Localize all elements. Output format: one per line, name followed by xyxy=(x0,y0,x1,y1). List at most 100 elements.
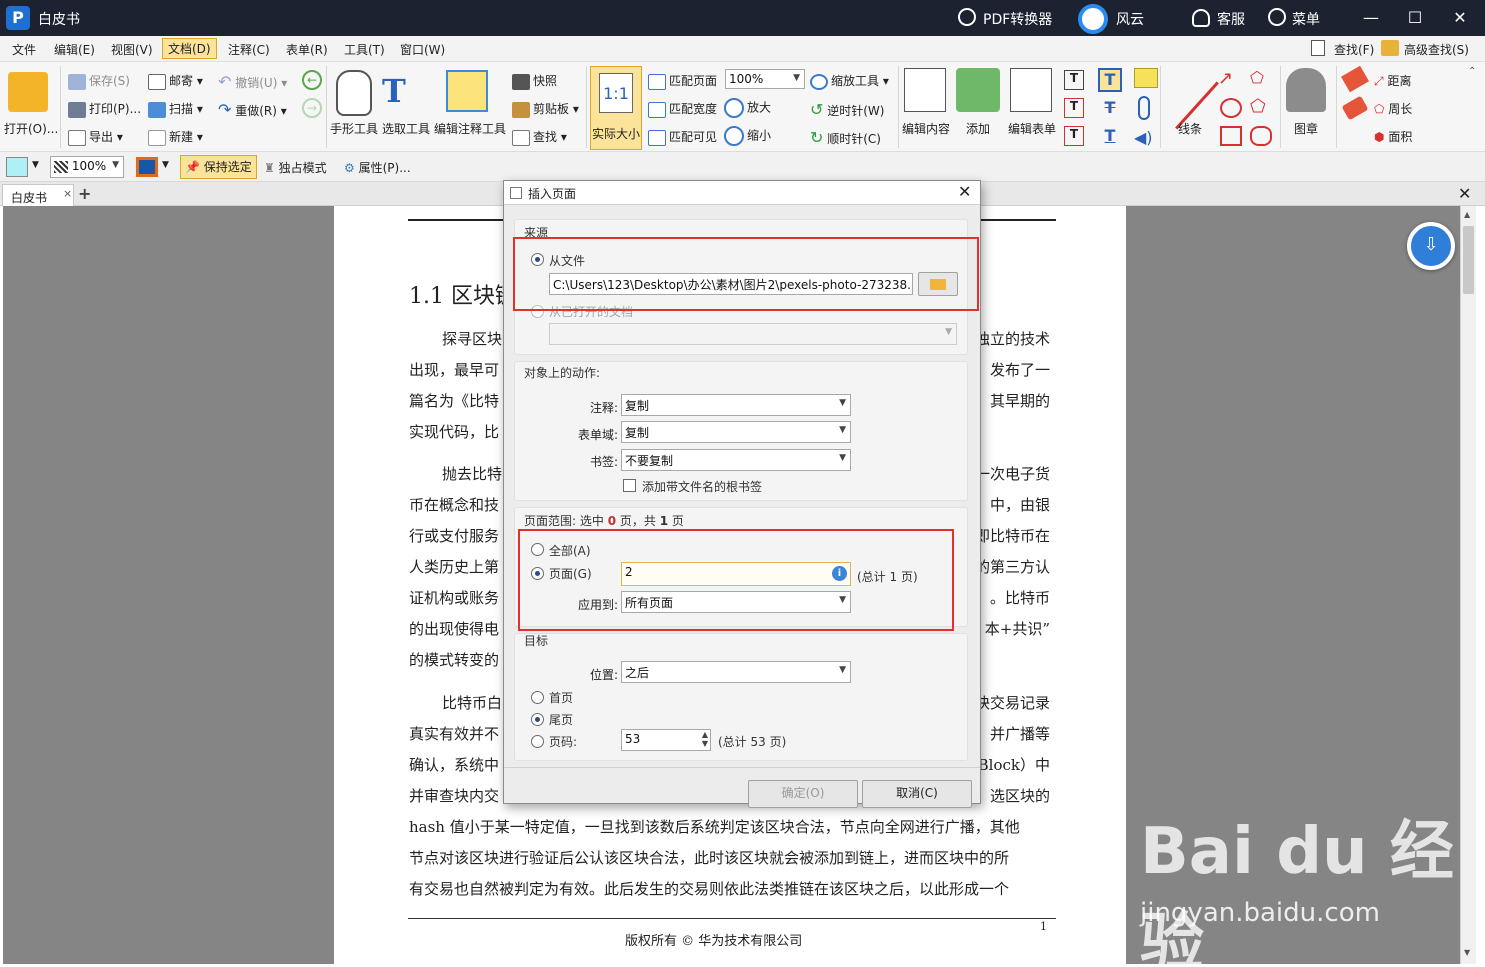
edit-form-icon[interactable] xyxy=(1010,68,1052,112)
menu-comment[interactable]: 注释(C) xyxy=(228,41,270,58)
menu-file[interactable]: 文件 xyxy=(12,41,36,58)
scroll-up-icon[interactable]: ▲ xyxy=(1464,210,1470,219)
edit-annot-icon[interactable] xyxy=(446,70,488,112)
ok-button[interactable]: 确定(O) xyxy=(748,780,858,808)
new-tab-icon[interactable]: + xyxy=(78,184,91,203)
exclusive-mode-button[interactable]: ♜ 独占模式 xyxy=(264,159,327,176)
pdf-converter-button[interactable]: PDF转换器 xyxy=(983,9,1052,29)
service-button[interactable]: 客服 xyxy=(1217,9,1245,29)
find-ribbon-button[interactable]: 查找 ▾ xyxy=(512,128,567,146)
arrow-icon[interactable]: ↗ xyxy=(1218,68,1242,90)
line-button[interactable]: 线条 xyxy=(1178,120,1202,137)
fengyun-button[interactable]: 风云 xyxy=(1116,9,1144,29)
fit-visible-button[interactable]: 匹配可见 xyxy=(648,128,717,146)
minimize-button[interactable]: — xyxy=(1356,6,1386,30)
export-button[interactable]: 导出 ▾ xyxy=(68,128,123,146)
advanced-find-button[interactable]: 高级查找(S) xyxy=(1404,41,1469,58)
text-field-icon[interactable]: T xyxy=(1064,98,1084,118)
eraser-icon[interactable] xyxy=(1341,95,1369,121)
zoom-select[interactable]: 100% ▼ xyxy=(725,69,805,89)
keep-selected-button[interactable]: 📌 保持选定 xyxy=(180,155,257,179)
mail-button[interactable]: 邮寄 ▾ xyxy=(148,72,203,90)
print-button[interactable]: 打印(P)... xyxy=(68,100,141,118)
sound-icon[interactable]: ◀) xyxy=(1134,128,1156,147)
position-select[interactable]: 之后 ▼ xyxy=(621,661,851,683)
floating-convert-icon[interactable]: ⇩ xyxy=(1407,222,1455,270)
root-bookmark-checkbox[interactable] xyxy=(623,479,636,492)
undo-button[interactable]: ↶ 撤销(U) ▾ xyxy=(218,72,287,91)
fit-page-button[interactable]: 匹配页面 xyxy=(648,72,717,90)
edit-annot-tool-button[interactable]: 编辑注释工具 xyxy=(434,120,506,137)
cancel-button[interactable]: 取消(C) xyxy=(862,780,972,808)
typewriter-icon[interactable]: T xyxy=(1098,68,1122,92)
ellipse-icon[interactable] xyxy=(1220,98,1242,118)
close-tab-icon[interactable]: × xyxy=(63,187,72,200)
chevron-down-icon[interactable]: ▼ xyxy=(162,160,169,170)
advanced-find-icon[interactable] xyxy=(1381,40,1399,56)
attachment-icon[interactable] xyxy=(1138,96,1150,120)
back-icon[interactable]: ← xyxy=(302,70,322,90)
page-number-stepper[interactable]: 53 ▲ ▼ xyxy=(621,729,711,751)
menu-document[interactable]: 文档(D) xyxy=(162,38,217,59)
open-folder-icon[interactable] xyxy=(8,72,48,112)
find-doc-icon[interactable] xyxy=(1311,40,1325,56)
clipboard-button[interactable]: 剪贴板 ▾ xyxy=(512,100,579,118)
menu-button[interactable]: 菜单 xyxy=(1292,9,1320,29)
new-button[interactable]: 新建 ▾ xyxy=(148,128,203,146)
perimeter-button[interactable]: ⬠ 周长 xyxy=(1374,100,1412,117)
last-page-radio[interactable] xyxy=(531,713,544,726)
rotate-cw-button[interactable]: ↻ 顺时针(C) xyxy=(810,128,881,147)
menu-icon[interactable] xyxy=(1268,8,1286,26)
hand-tool-button[interactable]: 手形工具 xyxy=(330,120,378,137)
ribbon-collapse-icon[interactable]: ⌃ xyxy=(1468,66,1476,77)
find-button[interactable]: 查找(F) xyxy=(1334,41,1374,58)
pdf-converter-icon[interactable] xyxy=(958,8,976,26)
edit-content-button[interactable]: 编辑内容 xyxy=(902,120,950,137)
forward-icon[interactable]: → xyxy=(302,98,322,118)
line-color-swatch[interactable] xyxy=(136,157,158,177)
first-page-radio[interactable] xyxy=(531,691,544,704)
hand-icon[interactable] xyxy=(336,70,372,116)
polygon-icon[interactable]: ⬠ xyxy=(1250,96,1272,118)
form-field-select[interactable]: 复制 ▼ xyxy=(621,421,851,443)
menu-window[interactable]: 窗口(W) xyxy=(400,41,445,58)
note-icon[interactable] xyxy=(1134,68,1158,88)
pencil-icon[interactable] xyxy=(1340,65,1370,93)
polyline-icon[interactable]: ⬠ xyxy=(1250,68,1272,88)
annot-select[interactable]: 复制 ▼ xyxy=(621,394,851,416)
strikeout-icon[interactable]: T xyxy=(1100,98,1120,118)
bookmark-select[interactable]: 不要复制 ▼ xyxy=(621,449,851,471)
opacity-select[interactable]: 100% ▼ xyxy=(50,156,124,178)
snapshot-button[interactable]: 快照 xyxy=(512,72,557,90)
open-button[interactable]: 打开(O)... xyxy=(4,120,58,137)
properties-button[interactable]: ⚙ 属性(P)... xyxy=(344,159,411,176)
fit-width-button[interactable]: 匹配宽度 xyxy=(648,100,717,118)
select-text-icon[interactable]: T xyxy=(382,72,426,114)
close-window-button[interactable]: ✕ xyxy=(1445,6,1475,30)
redo-button[interactable]: ↷ 重做(R) ▾ xyxy=(218,100,287,119)
cloud-icon[interactable] xyxy=(1250,126,1272,146)
area-button[interactable]: ⬢ 面积 xyxy=(1374,128,1412,145)
underline-icon[interactable]: T xyxy=(1100,126,1120,146)
menu-edit[interactable]: 编辑(E) xyxy=(54,41,95,58)
chevron-down-icon[interactable]: ▼ xyxy=(32,160,39,170)
save-button[interactable]: 保存(S) xyxy=(68,72,130,90)
page-number-radio[interactable] xyxy=(531,735,544,748)
edit-form-button[interactable]: 编辑表单 xyxy=(1008,120,1056,137)
document-tab[interactable]: 白皮书 × xyxy=(2,184,74,206)
scan-button[interactable]: 扫描 ▾ xyxy=(148,100,203,118)
headset-icon[interactable] xyxy=(1192,9,1210,27)
zoom-out-button[interactable]: 缩小 xyxy=(724,126,771,146)
menu-tools[interactable]: 工具(T) xyxy=(344,41,385,58)
menu-view[interactable]: 视图(V) xyxy=(111,41,153,58)
select-tool-button[interactable]: 选取工具 xyxy=(382,120,430,137)
fill-color-swatch[interactable] xyxy=(6,157,28,177)
add-button[interactable]: 添加 xyxy=(966,120,990,137)
add-icon[interactable] xyxy=(956,68,1000,112)
rectangle-icon[interactable] xyxy=(1220,126,1242,146)
scroll-thumb[interactable] xyxy=(1463,226,1474,294)
dialog-close-icon[interactable]: ✕ xyxy=(958,182,971,201)
menu-form[interactable]: 表单(R) xyxy=(286,41,328,58)
zoom-in-button[interactable]: 放大 xyxy=(724,98,771,118)
zoom-tool-button[interactable]: 缩放工具 ▾ xyxy=(810,72,889,90)
